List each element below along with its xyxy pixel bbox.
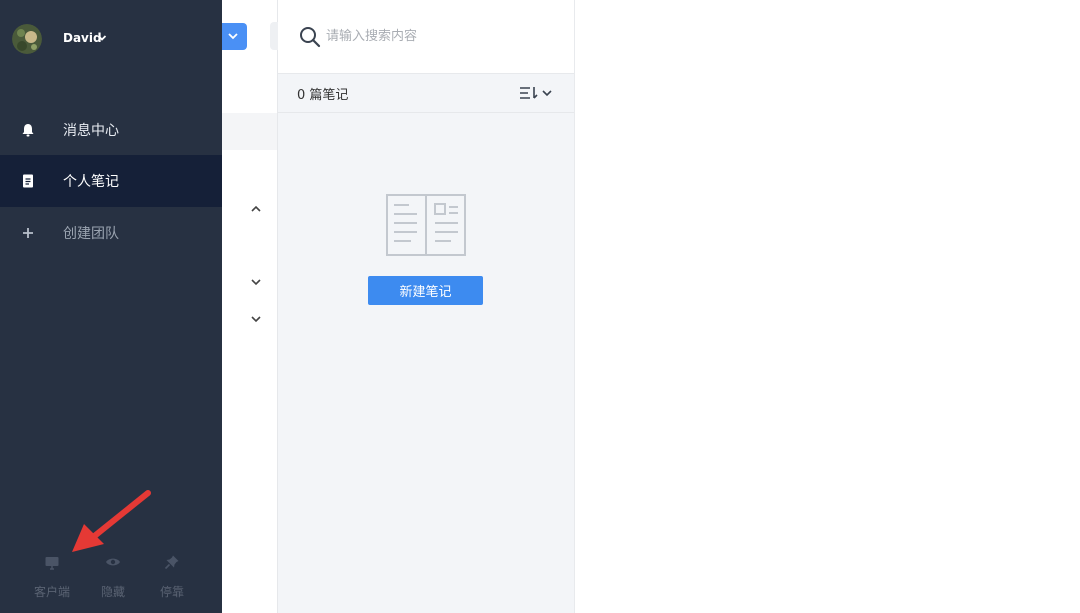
note-count: 0 篇笔记: [297, 88, 349, 103]
avatar-image: [12, 24, 42, 54]
monitor-icon: [45, 557, 59, 570]
chevron-down-icon[interactable]: [97, 34, 107, 42]
note-icon: [23, 174, 33, 188]
sidebar: David 消息中心 个人笔记 创建团队 客户端 隐藏 停靠: [0, 0, 222, 613]
sidebar-item-label: 创建团队: [63, 226, 119, 242]
sort-icon: [520, 87, 552, 99]
new-dropdown-button[interactable]: [222, 23, 247, 50]
sort-button[interactable]: [518, 84, 556, 102]
eye-icon: [106, 558, 120, 566]
bell-icon: [22, 124, 34, 137]
client-download-label: 客户端: [33, 585, 70, 599]
search-input[interactable]: [326, 24, 546, 48]
sidebar-item-create-team[interactable]: 创建团队: [0, 207, 222, 259]
chevron-down-icon[interactable]: [249, 314, 263, 324]
avatar[interactable]: [12, 24, 42, 54]
folder-panel: [222, 0, 278, 613]
dock-button[interactable]: 停靠: [142, 550, 202, 605]
pin-icon: [164, 555, 179, 570]
sidebar-item-label: 消息中心: [63, 123, 119, 139]
chevron-up-icon[interactable]: [249, 204, 263, 214]
open-book-icon: [386, 194, 466, 256]
collapse-handle[interactable]: [270, 22, 278, 50]
folder-row-highlight: [222, 113, 277, 150]
sidebar-item-personal-notes[interactable]: 个人笔记: [0, 155, 222, 207]
chevron-down-icon: [228, 33, 238, 40]
search-icon[interactable]: [299, 26, 321, 48]
plus-icon: [23, 228, 33, 238]
hide-label: 隐藏: [100, 585, 125, 599]
new-note-button[interactable]: 新建笔记: [368, 276, 483, 305]
dock-label: 停靠: [159, 585, 184, 599]
user-name[interactable]: David: [63, 31, 102, 45]
client-download-button[interactable]: 客户端: [22, 550, 82, 605]
sidebar-item-message-center[interactable]: 消息中心: [0, 104, 222, 156]
hide-button[interactable]: 隐藏: [83, 550, 143, 605]
chevron-down-icon[interactable]: [249, 277, 263, 287]
sidebar-item-label: 个人笔记: [63, 174, 119, 190]
